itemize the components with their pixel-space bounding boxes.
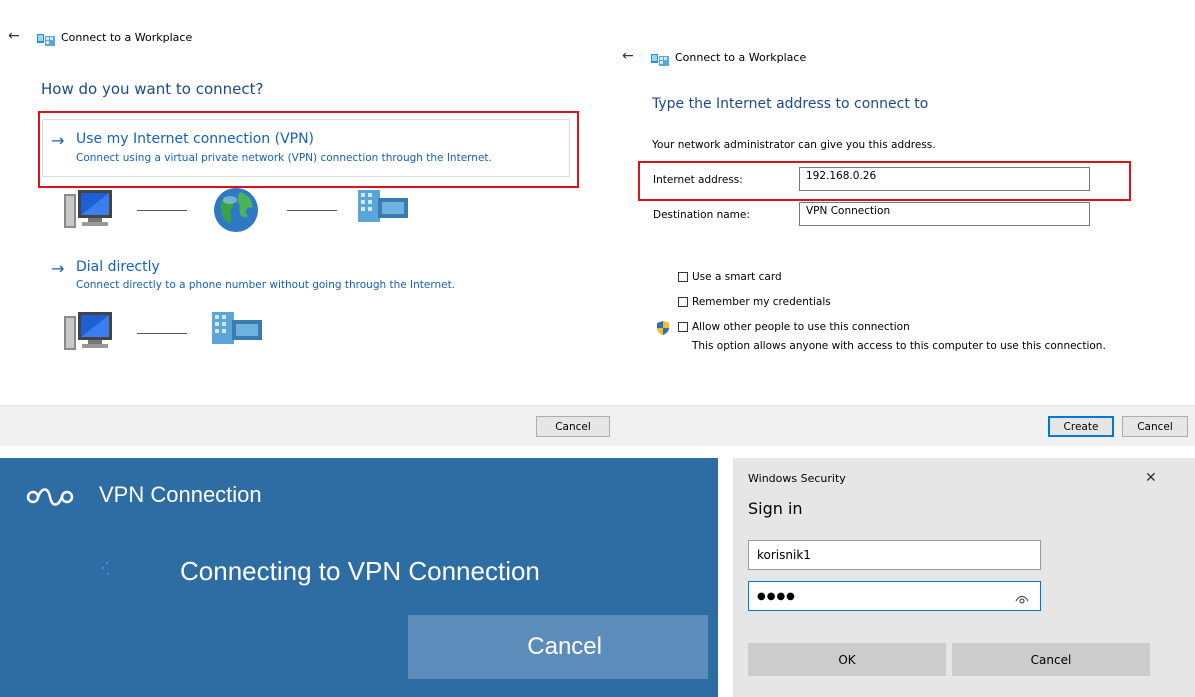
footer-bar — [0, 405, 616, 446]
back-arrow-icon[interactable]: ← — [8, 28, 20, 44]
connector-line — [137, 333, 187, 334]
page-heading: Type the Internet address to connect to — [652, 96, 929, 112]
vpn-cancel-button[interactable]: Cancel — [408, 615, 708, 679]
window-title: Connect to a Workplace — [675, 51, 807, 64]
vpn-title: VPN Connection — [99, 482, 262, 507]
back-arrow-icon[interactable]: ← — [622, 48, 634, 64]
smart-card-label[interactable]: Use a smart card — [692, 271, 782, 283]
server-building-icon — [212, 310, 262, 350]
dialog-caption: Windows Security — [748, 472, 846, 485]
computer-icon — [64, 190, 114, 234]
hint-text: Your network administrator can give you … — [652, 139, 936, 151]
password-mask: ●●●● — [757, 590, 796, 602]
remember-checkbox[interactable] — [678, 297, 688, 307]
reveal-password-eye-icon[interactable] — [1015, 589, 1029, 608]
address-input[interactable]: 192.168.0.26 — [799, 167, 1090, 191]
destination-label: Destination name: — [653, 209, 750, 221]
arrow-right-icon: → — [51, 259, 65, 278]
option-dial-title[interactable]: Dial directly — [76, 259, 160, 275]
cancel-button[interactable]: Cancel — [1122, 416, 1188, 437]
loading-spinner-icon — [100, 560, 116, 576]
globe-icon — [212, 186, 262, 238]
username-input[interactable]: korisnik1 — [748, 540, 1041, 570]
remember-label[interactable]: Remember my credentials — [692, 296, 831, 308]
network-app-icon — [37, 31, 55, 46]
allow-others-checkbox[interactable] — [678, 322, 688, 332]
allow-others-label[interactable]: Allow other people to use this connectio… — [692, 321, 910, 333]
wizard-choose-connection: ← Connect to a Workplace How do you want… — [0, 0, 616, 446]
connector-line — [287, 210, 337, 211]
dialog-title: Sign in — [748, 499, 803, 518]
address-label: Internet address: — [653, 174, 743, 186]
destination-input[interactable]: VPN Connection — [799, 202, 1090, 226]
allow-others-desc: This option allows anyone with access to… — [692, 340, 1106, 352]
uac-shield-icon — [656, 320, 670, 339]
ok-button[interactable]: OK — [748, 643, 946, 676]
server-building-icon — [358, 188, 408, 228]
wizard-address-entry: ← Connect to a Workplace Type the Intern… — [616, 0, 1195, 446]
window-title: Connect to a Workplace — [61, 31, 193, 44]
smart-card-checkbox[interactable] — [678, 272, 688, 282]
vpn-flyout: VPN Connection Connecting to VPN Connect… — [0, 458, 718, 697]
page-question: How do you want to connect? — [41, 80, 264, 98]
windows-security-dialog: Windows Security ✕ Sign in korisnik1 ●●●… — [733, 458, 1195, 697]
computer-icon — [64, 312, 114, 356]
highlight-box — [38, 111, 579, 188]
cancel-button[interactable]: Cancel — [952, 643, 1150, 676]
cancel-button[interactable]: Cancel — [536, 416, 610, 437]
option-vpn-desc: Connect using a virtual private network … — [76, 152, 492, 164]
option-dial-desc: Connect directly to a phone number witho… — [76, 279, 456, 291]
arrow-right-icon: → — [51, 131, 65, 150]
connector-line — [137, 210, 187, 211]
password-input[interactable]: ●●●● — [748, 581, 1041, 611]
network-app-icon — [651, 51, 669, 66]
vpn-status: Connecting to VPN Connection — [180, 556, 540, 586]
option-vpn-title[interactable]: Use my Internet connection (VPN) — [76, 131, 314, 147]
create-button[interactable]: Create — [1048, 416, 1114, 437]
vpn-link-icon — [26, 483, 74, 515]
close-icon[interactable]: ✕ — [1145, 470, 1157, 486]
